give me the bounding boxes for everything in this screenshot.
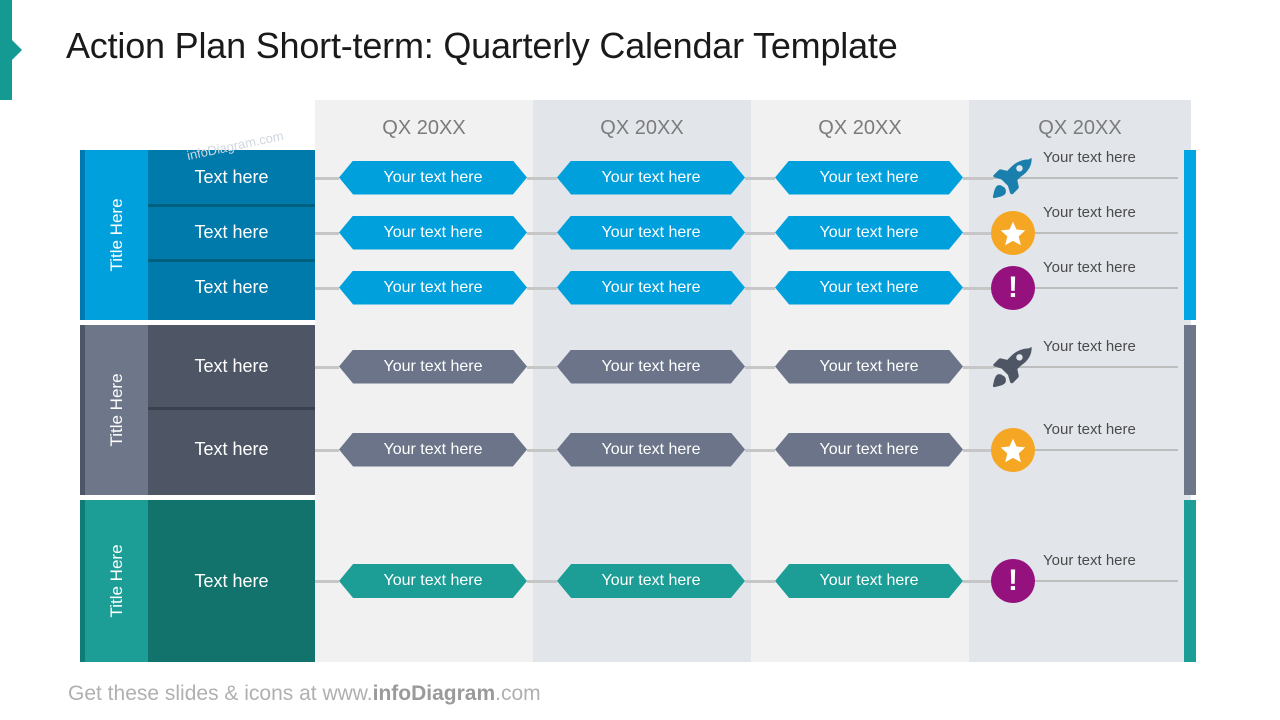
row-label[interactable]: Text here [148,260,315,315]
step-chevron[interactable]: Your text here [339,215,527,250]
step-chevron[interactable]: Your text here [339,564,527,598]
page-title: Action Plan Short-term: Quarterly Calend… [66,25,898,66]
exclamation-glyph: ! [1008,270,1018,304]
connector-line [527,286,557,290]
step-chevron[interactable]: Your text here [557,160,745,195]
connector-line [963,231,993,235]
connector-line [315,448,339,452]
footer-prefix: Get these slides & icons at www. [68,682,373,705]
group-body-panel: Text here [148,500,315,662]
group-3: Title Here Text here [80,500,315,662]
connector-line [745,231,775,235]
step-chevron[interactable]: Your text here [775,160,963,195]
column-header-1: QX 20XX [382,117,466,139]
exclamation-icon: ! [991,559,1035,603]
connector-line [745,448,775,452]
step-chevron[interactable]: Your text here [557,270,745,305]
exclamation-icon: ! [991,265,1035,310]
exclamation-glyph: ! [1008,564,1018,597]
connector-line [527,365,557,369]
column-header-2: QX 20XX [600,117,684,139]
group-body-panel: Text here Text here Text here [148,150,315,320]
group-side-panel: Title Here [85,500,148,662]
row-label[interactable]: Text here [148,408,315,491]
column-header-3: QX 20XX [818,117,902,139]
step-chevron[interactable]: Your text here [775,349,963,384]
connector-line [963,448,993,452]
step-chevron[interactable]: Your text here [775,564,963,598]
connector-line [527,176,557,180]
step-chevron[interactable]: Your text here [557,349,745,384]
row-label[interactable]: Text here [148,500,315,662]
step-chevron[interactable]: Your text here [339,432,527,467]
star-icon [991,427,1035,472]
connector-line [963,286,993,290]
footer-suffix: .com [495,682,541,705]
connector-line [963,176,993,180]
connector-line [315,580,339,583]
step-chevron[interactable]: Your text here [775,270,963,305]
connector-line [315,176,339,180]
group-right-accent-bar [1184,150,1196,320]
row-label[interactable]: Text here [148,325,315,408]
group-title-label: Title Here [106,544,126,618]
connector-line [745,176,775,180]
group-right-accent-bar [1184,500,1196,662]
connector-line [963,365,993,369]
group-title-label: Title Here [106,373,126,447]
note-text[interactable]: Your text here [1043,204,1136,221]
row-label[interactable]: Text here [148,205,315,260]
group-1: Title Here Text here Text here Text here [80,150,315,320]
group-side-panel: Title Here [85,325,148,495]
group-2: Title Here Text here Text here [80,325,315,495]
left-accent-bar [0,0,12,100]
group-right-accent-bar [1184,325,1196,495]
rocket-icon [990,344,1036,390]
connector-line [745,365,775,369]
step-chevron[interactable]: Your text here [775,432,963,467]
note-text[interactable]: Your text here [1043,552,1136,569]
note-text[interactable]: Your text here [1043,338,1136,355]
connector-line [315,286,339,290]
step-chevron[interactable]: Your text here [339,349,527,384]
group-body-panel: Text here Text here [148,325,315,495]
step-chevron[interactable]: Your text here [557,564,745,598]
connector-line [745,286,775,290]
note-text[interactable]: Your text here [1043,421,1136,438]
connector-line [527,580,557,583]
step-chevron[interactable]: Your text here [339,270,527,305]
group-title-label: Title Here [106,198,126,272]
row-divider [148,259,315,262]
footer-text: Get these slides & icons at www.infoDiag… [68,682,541,706]
row-label[interactable]: Text here [148,150,315,205]
connector-line [527,448,557,452]
connector-line [745,580,775,583]
note-text[interactable]: Your text here [1043,149,1136,166]
step-chevron[interactable]: Your text here [557,215,745,250]
row-divider [148,407,315,410]
step-chevron[interactable]: Your text here [339,160,527,195]
step-chevron[interactable]: Your text here [557,432,745,467]
star-icon [991,210,1035,255]
step-chevron[interactable]: Your text here [775,215,963,250]
footer-brand: infoDiagram [372,682,496,705]
connector-line [963,580,993,583]
row-divider [148,204,315,207]
group-side-panel: Title Here [85,150,148,320]
connector-line [527,231,557,235]
rocket-icon [990,155,1036,201]
connector-line [315,365,339,369]
left-accent-arrow-icon [12,40,22,60]
note-text[interactable]: Your text here [1043,259,1136,276]
slide-canvas: Action Plan Short-term: Quarterly Calend… [0,0,1280,720]
column-header-4: QX 20XX [1038,117,1122,139]
connector-line [315,231,339,235]
